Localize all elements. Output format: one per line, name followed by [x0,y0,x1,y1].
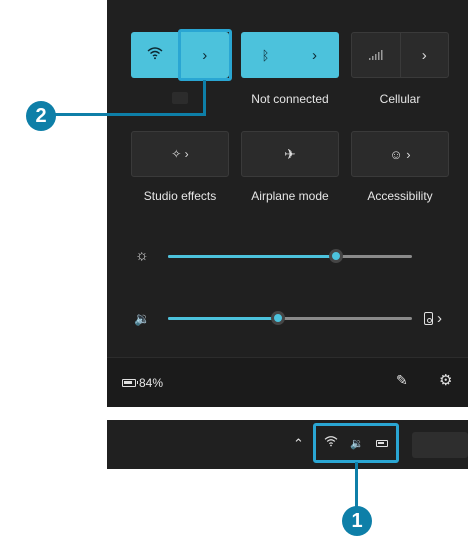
settings-button[interactable]: ⚙ [439,371,452,389]
bluetooth-toggle[interactable]: ᛒ [241,32,290,78]
callout-2-line-vertical [203,80,206,116]
highlight-wifi-expand [178,29,232,81]
battery-percentage: 84% [139,376,164,390]
battery-icon [122,379,138,387]
chevron-right-icon: › [312,46,317,64]
audio-output-button[interactable]: › [424,310,442,327]
bluetooth-expand-button[interactable]: › [290,32,339,78]
callout-1-badge: 1 [342,506,372,536]
callout-2-badge: 2 [26,101,56,131]
volume-slider-thumb[interactable] [270,311,285,325]
chevron-right-icon: › [421,46,427,64]
bluetooth-label: Not connected [251,92,329,106]
airplane-mode-label: Airplane mode [251,189,329,203]
bluetooth-tile[interactable]: ᛒ › [241,32,339,78]
studio-effects-icon: ✧ › [171,147,189,161]
speaker-device-icon [424,312,433,325]
show-hidden-icons-button[interactable]: ⌃ [293,436,304,452]
volume-slider[interactable] [168,311,412,325]
volume-slider-fill [168,317,278,320]
bluetooth-icon: ᛒ [261,47,270,63]
highlight-system-tray [313,423,399,463]
brightness-slider-fill [168,255,337,258]
panel-gap [107,407,468,420]
cellular-tile[interactable]: › [351,32,449,78]
callout-1-line [355,462,358,510]
accessibility-label: Accessibility [367,189,433,203]
cellular-toggle[interactable] [352,33,400,77]
studio-effects-tile[interactable]: ✧ › [131,131,229,177]
chevron-right-icon: › [437,310,442,327]
studio-effects-label: Studio effects [143,189,217,203]
accessibility-icon: ☺ › [389,146,411,162]
wifi-icon [147,46,163,64]
cellular-expand-button[interactable]: › [401,33,449,77]
accessibility-tile[interactable]: ☺ › [351,131,449,177]
clock-area-blurred[interactable] [412,432,468,458]
brightness-icon: ☼ [135,247,149,264]
battery-status[interactable]: 84% [122,376,163,390]
edit-quick-settings-button[interactable]: ✎ [396,372,408,389]
cellular-label: Cellular [379,92,421,106]
callout-2-line-horizontal [52,113,206,116]
wifi-toggle[interactable] [131,32,180,78]
brightness-slider[interactable] [168,249,412,263]
cellular-signal-icon [368,47,383,64]
airplane-icon: ✈ [284,145,296,162]
airplane-mode-tile[interactable]: ✈ [241,131,339,177]
volume-icon[interactable]: 🔉 [134,311,150,327]
wifi-network-name-blurred [172,92,188,104]
